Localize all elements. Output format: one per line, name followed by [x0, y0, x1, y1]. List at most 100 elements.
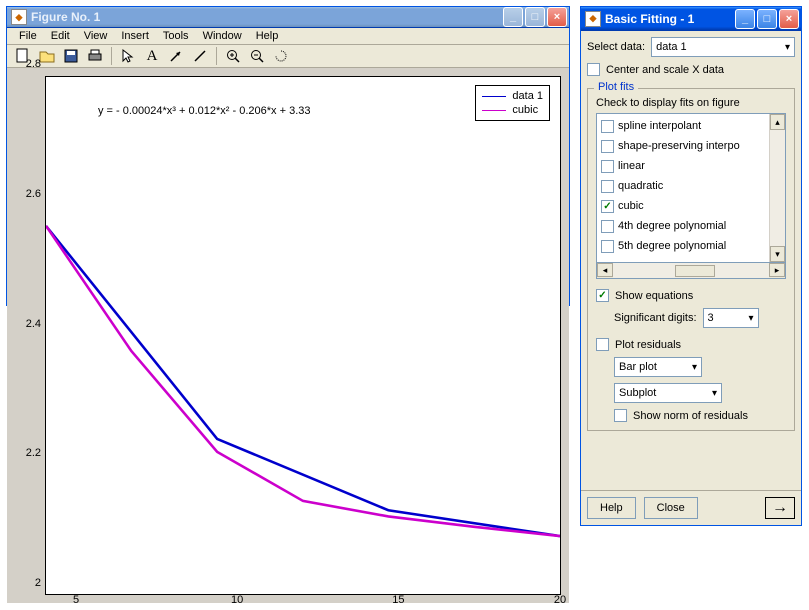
arrow-tool-icon[interactable] — [164, 45, 188, 67]
center-scale-checkbox[interactable] — [587, 63, 600, 76]
menu-file[interactable]: File — [13, 28, 43, 44]
chevron-down-icon: ▾ — [712, 388, 717, 399]
legend-swatch-data1 — [482, 96, 506, 97]
print-icon[interactable] — [83, 45, 107, 67]
select-data-value: data 1 — [656, 41, 687, 53]
show-equations-checkbox[interactable]: ✓ — [596, 289, 609, 302]
fit-checkbox[interactable] — [601, 180, 614, 193]
matlab-icon: ◆ — [585, 11, 601, 27]
fitting-title: Basic Fitting - 1 — [605, 12, 735, 26]
menu-window[interactable]: Window — [197, 28, 248, 44]
chevron-down-icon: ▾ — [692, 362, 697, 373]
sig-digits-value: 3 — [708, 312, 714, 324]
fit-item-shape[interactable]: shape-preserving interpo — [601, 136, 765, 156]
plot-residuals-checkbox[interactable] — [596, 338, 609, 351]
pointer-icon[interactable] — [116, 45, 140, 67]
close-button[interactable]: × — [779, 9, 799, 29]
matlab-icon: ◆ — [11, 9, 27, 25]
line-tool-icon[interactable] — [188, 45, 212, 67]
menu-tools[interactable]: Tools — [157, 28, 195, 44]
fit-checkbox[interactable] — [601, 240, 614, 253]
fit-checkbox[interactable]: ✓ — [601, 200, 614, 213]
scroll-track[interactable] — [613, 263, 769, 278]
menu-help[interactable]: Help — [250, 28, 285, 44]
residual-type-value: Bar plot — [619, 361, 657, 373]
fit-checkbox[interactable] — [601, 160, 614, 173]
minimize-button[interactable]: _ — [503, 7, 523, 27]
toolbar-separator — [111, 47, 112, 65]
figure-titlebar[interactable]: ◆ Figure No. 1 _ □ × — [7, 7, 569, 28]
fit-item-5th[interactable]: 5th degree polynomial — [601, 236, 765, 256]
fit-checkbox[interactable] — [601, 140, 614, 153]
legend-item-cubic: cubic — [482, 103, 543, 117]
fit-item-spline[interactable]: spline interpolant — [601, 116, 765, 136]
fit-checkbox[interactable] — [601, 220, 614, 233]
rotate-icon[interactable] — [269, 45, 293, 67]
legend-label-cubic: cubic — [512, 104, 538, 116]
fit-list-vscroll[interactable]: ▴ ▾ — [769, 114, 785, 262]
plot-residuals-label: Plot residuals — [615, 339, 681, 351]
maximize-button[interactable]: □ — [757, 9, 777, 29]
scroll-down-icon[interactable]: ▾ — [770, 246, 785, 262]
residual-type-dropdown[interactable]: Bar plot ▾ — [614, 357, 702, 377]
legend-item-data1: data 1 — [482, 89, 543, 103]
legend-swatch-cubic — [482, 110, 506, 111]
show-equations-label: Show equations — [615, 290, 693, 302]
scroll-thumb[interactable] — [675, 265, 715, 277]
close-button[interactable]: Close — [644, 497, 698, 519]
text-tool-icon[interactable]: A — [140, 45, 164, 67]
plot-legend[interactable]: data 1 cubic — [475, 85, 550, 121]
help-button[interactable]: Help — [587, 497, 636, 519]
zoom-in-icon[interactable] — [221, 45, 245, 67]
fit-item-linear[interactable]: linear — [601, 156, 765, 176]
menu-insert[interactable]: Insert — [115, 28, 155, 44]
plot-fits-group: Plot fits Check to display fits on figur… — [587, 88, 795, 431]
scroll-right-icon[interactable]: ▸ — [769, 263, 785, 277]
x-axis-ticks: 5 10 15 20 — [76, 594, 560, 610]
next-arrow-button[interactable]: → — [765, 497, 795, 519]
show-norm-label: Show norm of residuals — [633, 410, 748, 422]
scroll-left-icon[interactable]: ◂ — [597, 263, 613, 277]
fit-item-4th[interactable]: 4th degree polynomial — [601, 216, 765, 236]
plot-lines — [46, 77, 560, 594]
zoom-out-icon[interactable] — [245, 45, 269, 67]
menu-view[interactable]: View — [78, 28, 114, 44]
plot-area: 2 2.2 2.4 2.6 2.8 y = - 0.00024*x³ + 0.0… — [7, 68, 569, 603]
sig-digits-dropdown[interactable]: 3 ▾ — [703, 308, 759, 328]
fitting-body: Select data: data 1 ▾ Center and scale X… — [581, 31, 801, 490]
save-icon[interactable] — [59, 45, 83, 67]
maximize-button[interactable]: □ — [525, 7, 545, 27]
fitting-button-row: Help Close → — [581, 490, 801, 525]
scroll-up-icon[interactable]: ▴ — [770, 114, 785, 130]
minimize-button[interactable]: _ — [735, 9, 755, 29]
plot-fits-title: Plot fits — [594, 81, 638, 93]
fit-list-hscroll[interactable]: ◂ ▸ — [596, 263, 786, 279]
select-data-label: Select data: — [587, 41, 645, 53]
chevron-down-icon: ▾ — [785, 42, 790, 53]
figure-title: Figure No. 1 — [31, 10, 503, 24]
sig-digits-label: Significant digits: — [614, 312, 697, 324]
legend-label-data1: data 1 — [512, 90, 543, 102]
menu-edit[interactable]: Edit — [45, 28, 76, 44]
center-scale-label: Center and scale X data — [606, 64, 724, 76]
toolbar-separator — [216, 47, 217, 65]
figure-menubar: File Edit View Insert Tools Window Help — [7, 28, 569, 44]
y-axis-ticks: 2 2.2 2.4 2.6 2.8 — [15, 76, 45, 595]
close-button[interactable]: × — [547, 7, 567, 27]
fitting-window: ◆ Basic Fitting - 1 _ □ × Select data: d… — [580, 6, 802, 526]
equation-text: y = - 0.00024*x³ + 0.012*x² - 0.206*x + … — [98, 105, 311, 117]
scroll-track[interactable] — [770, 130, 785, 246]
residual-loc-value: Subplot — [619, 387, 656, 399]
chevron-down-icon: ▾ — [749, 313, 754, 324]
plot-canvas[interactable]: y = - 0.00024*x³ + 0.012*x² - 0.206*x + … — [45, 76, 561, 595]
show-norm-checkbox[interactable] — [614, 409, 627, 422]
figure-window: ◆ Figure No. 1 _ □ × File Edit View Inse… — [6, 6, 570, 306]
fitting-titlebar[interactable]: ◆ Basic Fitting - 1 _ □ × — [581, 7, 801, 31]
select-data-dropdown[interactable]: data 1 ▾ — [651, 37, 795, 57]
figure-toolbar: A — [7, 44, 569, 68]
fit-item-cubic[interactable]: ✓cubic — [601, 196, 765, 216]
plot-fits-hint: Check to display fits on figure — [596, 97, 786, 109]
residual-loc-dropdown[interactable]: Subplot ▾ — [614, 383, 722, 403]
fit-checkbox[interactable] — [601, 120, 614, 133]
fit-item-quadratic[interactable]: quadratic — [601, 176, 765, 196]
